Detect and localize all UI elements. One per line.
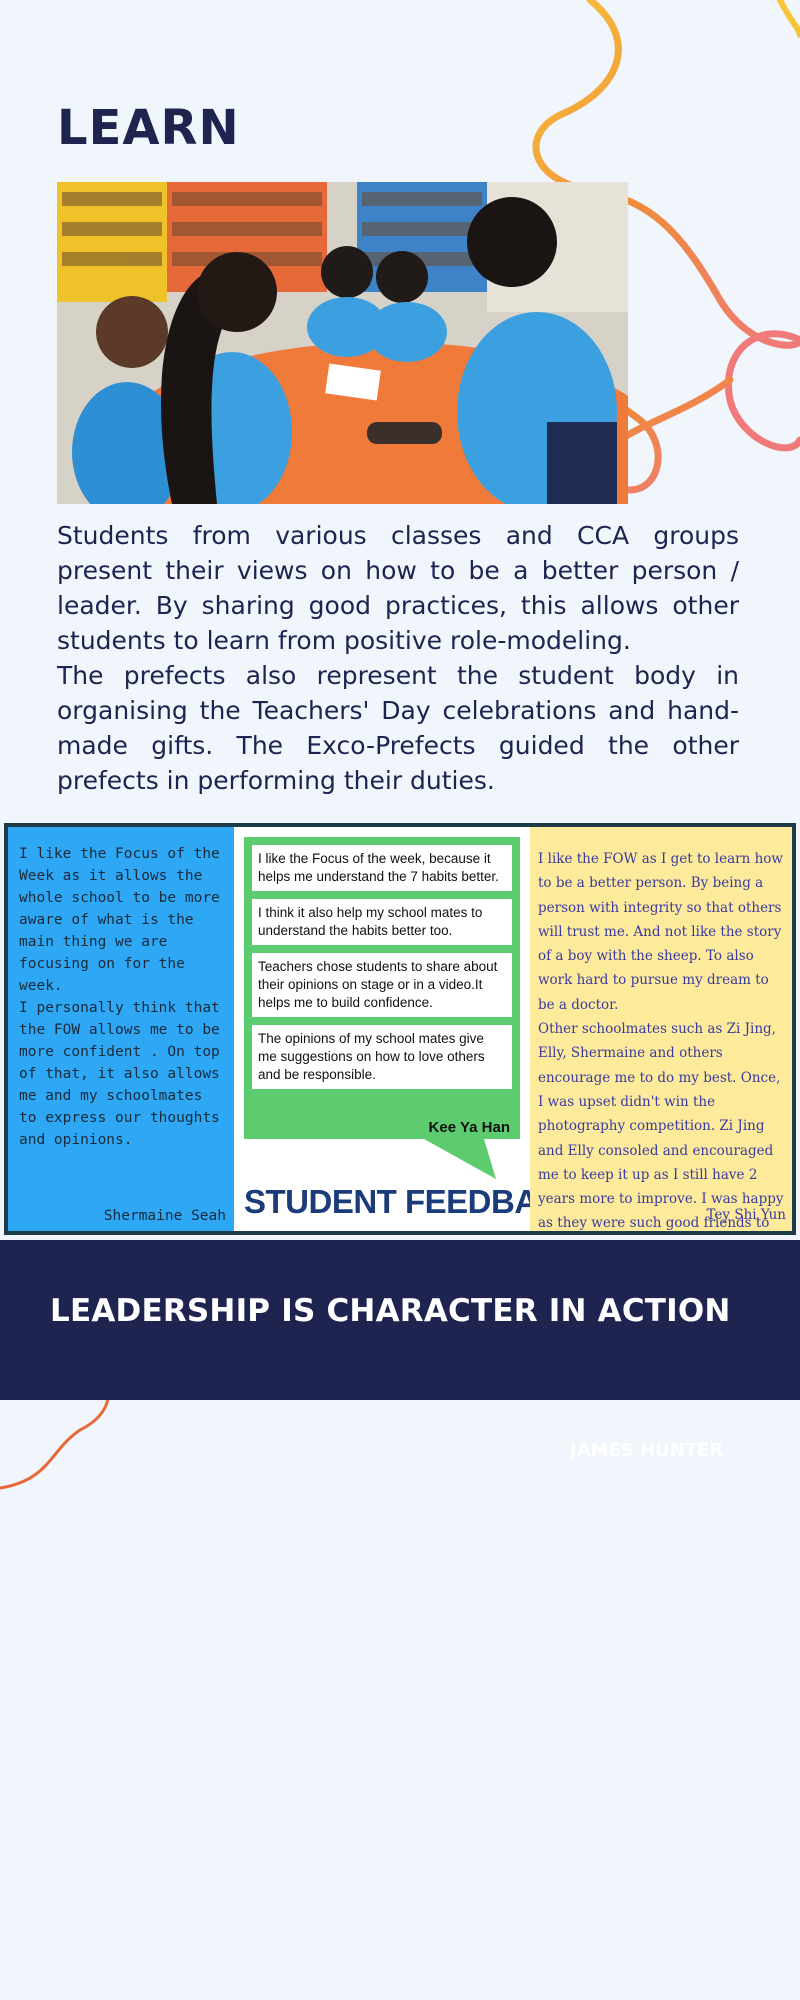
ribbon-top-right-2 <box>777 0 800 38</box>
feedback-middle-panel: I like the Focus of the week, because it… <box>234 827 585 1231</box>
leadership-quote: LEADERSHIP IS CHARACTER IN ACTION <box>50 1293 731 1329</box>
student-feedback-panel: I like the Focus of the Week as it allow… <box>4 823 796 1256</box>
speech-bubble-tail <box>424 1139 496 1179</box>
feedback-left-signature: Shermaine Seah <box>103 1208 226 1224</box>
students-photo <box>57 182 628 504</box>
body-paragraph-1: Students from various classes and CCA gr… <box>57 521 739 655</box>
feedback-right-panel: I like the FOW as I get to learn how to … <box>530 827 792 1256</box>
body-paragraph-2: The prefects also represent the student … <box>57 661 739 795</box>
body-text: Students from various classes and CCA gr… <box>57 518 739 798</box>
feedback-right-signature: Tey Shi Yun <box>706 1206 786 1223</box>
quote-author: JAMES HUNTER <box>570 1440 724 1461</box>
photo-illustration <box>57 182 628 504</box>
feedback-right-text: I like the FOW as I get to learn how to … <box>538 851 784 1256</box>
ribbon-loop-right <box>725 330 800 452</box>
feedback-left-text: I like the Focus of the Week as it allow… <box>19 846 220 1148</box>
feedback-left-panel: I like the Focus of the Week as it allow… <box>8 827 234 1231</box>
page-title: LEARN <box>57 100 240 156</box>
